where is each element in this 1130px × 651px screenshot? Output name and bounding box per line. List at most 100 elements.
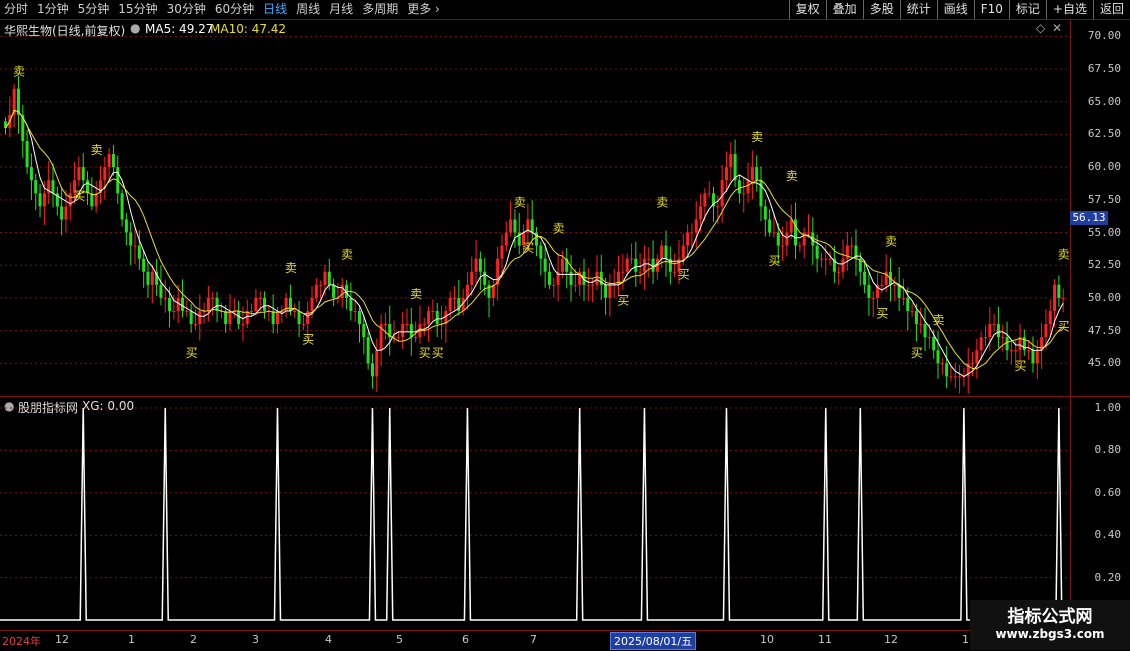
candle-body	[483, 271, 487, 285]
candle-body	[301, 324, 305, 326]
watermark-url: www.zbgs3.com	[995, 627, 1105, 641]
candle-body	[1053, 284, 1057, 311]
candle-body	[224, 310, 228, 325]
sell-signal: 卖	[285, 261, 297, 275]
last-price-badge: 56.13	[1070, 210, 1108, 225]
sell-signal: 卖	[1058, 248, 1070, 262]
candle-body	[332, 284, 336, 298]
candle-body	[1048, 310, 1052, 325]
candle-body	[914, 310, 918, 325]
candle-body	[530, 219, 534, 233]
price-tick: 65.00	[1087, 94, 1121, 108]
period-tab-4[interactable]: 30分钟	[167, 2, 206, 17]
candle-body	[1035, 350, 1039, 364]
buy-signal: 买	[73, 189, 85, 203]
price-tick: 50.00	[1087, 290, 1121, 304]
candle-body	[68, 193, 72, 207]
indicator-chart[interactable]	[0, 398, 1070, 630]
candle-body	[362, 324, 366, 338]
sell-signal: 卖	[13, 65, 25, 79]
sell-signal: 卖	[656, 195, 668, 209]
toolbar-button-3[interactable]: 统计	[899, 0, 937, 19]
toolbar-button-2[interactable]: 多股	[862, 0, 900, 19]
candle-body	[629, 258, 633, 260]
toolbar-button-6[interactable]: 标记	[1008, 0, 1046, 19]
timeline-month: 5	[396, 633, 403, 646]
candle-body	[146, 271, 150, 285]
candle-body	[319, 284, 323, 286]
xg-line	[0, 407, 1070, 621]
period-tab-1[interactable]: 1分钟	[37, 2, 69, 17]
candle-body	[237, 310, 241, 325]
period-tab-8[interactable]: 月线	[329, 2, 353, 17]
candle-body	[137, 245, 141, 259]
candle-body	[409, 324, 413, 338]
candle-body	[604, 284, 608, 298]
candle-body	[206, 297, 210, 311]
toolbar-button-1[interactable]: 叠加	[825, 0, 863, 19]
candle-body	[573, 284, 577, 286]
candle-body	[785, 232, 789, 246]
candle-body	[448, 297, 452, 311]
indicator-tick: 0.40	[1094, 528, 1122, 542]
toolbar-button-4[interactable]: 画线	[936, 0, 974, 19]
candle-body	[38, 193, 42, 207]
candle-body	[513, 219, 517, 233]
period-tab-7[interactable]: 周线	[296, 2, 320, 17]
candle-body	[850, 245, 854, 247]
period-tab-6[interactable]: 日线	[263, 2, 287, 17]
candle-body	[414, 337, 418, 339]
candle-body	[863, 271, 867, 285]
candle-body	[172, 310, 176, 312]
indicator-tick: 0.80	[1094, 443, 1122, 457]
buy-signal: 买	[186, 346, 198, 360]
candle-body	[686, 232, 690, 246]
candle-body	[647, 258, 651, 260]
candle-body	[763, 206, 767, 220]
candle-body	[923, 324, 927, 338]
toolbar-button-8[interactable]: 返回	[1092, 0, 1130, 19]
buy-signal: 买	[876, 307, 888, 321]
period-tab-10[interactable]: 更多 ›	[407, 2, 440, 17]
buy-signal: 买	[1058, 320, 1070, 334]
candle-body	[327, 271, 331, 285]
candle-body	[150, 271, 154, 285]
sell-signal: 卖	[341, 248, 353, 262]
candle-body	[422, 324, 426, 326]
candle-body	[660, 245, 664, 259]
candle-body	[694, 219, 698, 233]
candle-body	[940, 363, 944, 365]
candle-body	[64, 206, 68, 220]
candle-body	[176, 297, 180, 311]
candle-body	[366, 337, 370, 364]
panel-divider	[0, 396, 1130, 397]
toolbar-button-0[interactable]: 复权	[788, 0, 826, 19]
candle-body	[552, 284, 556, 286]
period-tab-5[interactable]: 60分钟	[215, 2, 254, 17]
candle-body	[1057, 284, 1061, 298]
buy-signal: 买	[302, 333, 314, 347]
toolbar-button-7[interactable]: +自选	[1045, 0, 1093, 19]
candle-body	[750, 167, 754, 181]
period-tab-9[interactable]: 多周期	[362, 2, 398, 17]
timeline-month: 2	[190, 633, 197, 646]
candle-body	[673, 271, 677, 273]
candle-body	[975, 350, 979, 364]
period-tab-2[interactable]: 5分钟	[78, 2, 110, 17]
toolbar-button-5[interactable]: F10	[973, 0, 1009, 19]
candle-body	[971, 363, 975, 365]
sell-signal: 卖	[751, 130, 763, 144]
candle-body	[983, 337, 987, 339]
candle-body	[664, 245, 668, 259]
period-tab-0[interactable]: 分时	[4, 2, 28, 17]
candle-body	[504, 232, 508, 246]
candlestick-chart[interactable]: 卖买卖买卖买卖买卖买卖买卖买卖买卖买卖买卖买卖买卖买	[0, 20, 1070, 396]
candle-body	[25, 140, 29, 168]
candle-body	[163, 297, 167, 299]
buy-signal: 买	[419, 346, 431, 360]
candle-body	[621, 271, 625, 273]
period-tabs: 分时 1分钟 5分钟 15分钟 30分钟 60分钟 日线 周线 月线 多周期 更多 ›	[4, 2, 440, 17]
candle-body	[755, 167, 759, 181]
period-tab-3[interactable]: 15分钟	[118, 2, 157, 17]
candle-body	[539, 245, 543, 259]
